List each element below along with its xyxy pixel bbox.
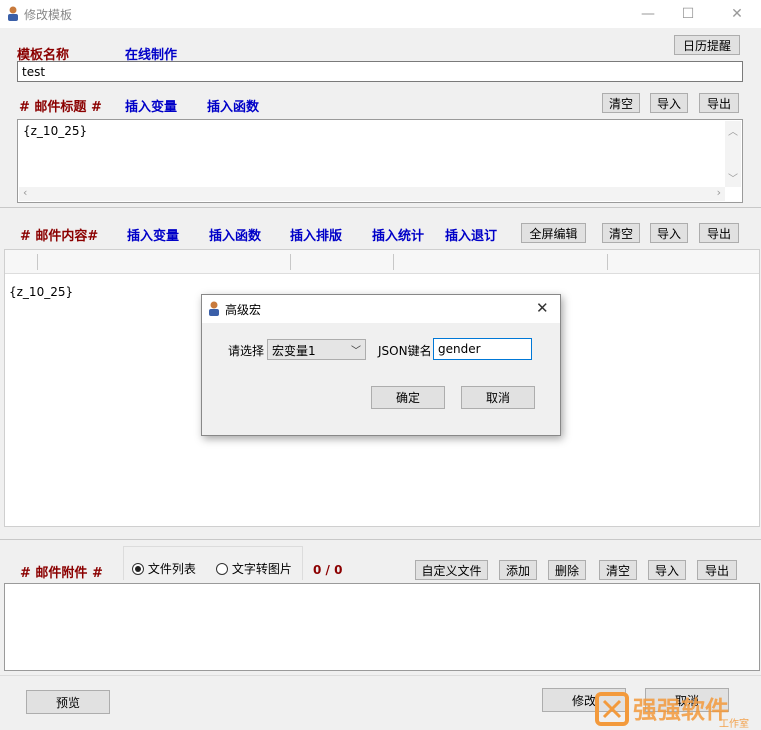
body-editor-toolbar: [5, 250, 759, 274]
dialog-ok-button[interactable]: 确定: [371, 386, 445, 409]
body-insert-unsubscribe-link[interactable]: 插入退订: [445, 225, 497, 244]
body-label: # 邮件内容#: [20, 229, 99, 244]
toolbar-divider: [37, 254, 38, 270]
maximize-icon[interactable]: ☐: [673, 4, 703, 24]
toolbar-divider: [607, 254, 608, 270]
body-import-button[interactable]: 导入: [650, 223, 688, 243]
attachment-import-button[interactable]: 导入: [648, 560, 686, 580]
subject-textarea[interactable]: {z_10_25} ︿ ﹀ ‹ ›: [17, 119, 743, 203]
body-export-button[interactable]: 导出: [699, 223, 739, 243]
template-name-input[interactable]: [17, 61, 743, 82]
body-insert-layout-link[interactable]: 插入排版: [290, 225, 342, 244]
app-user-icon: [8, 6, 18, 21]
dialog-title: 高级宏: [225, 303, 262, 317]
attachment-add-button[interactable]: 添加: [499, 560, 537, 580]
attachment-delete-button[interactable]: 删除: [548, 560, 586, 580]
subject-text: {z_10_25}: [23, 124, 88, 138]
minimize-icon[interactable]: —: [633, 4, 663, 24]
scroll-left-icon[interactable]: ‹: [23, 186, 27, 199]
body-insert-stats-link[interactable]: 插入统计: [372, 225, 424, 244]
window-titlebar: 修改模板 — ☐ ✕: [0, 0, 761, 28]
advanced-macro-dialog: 高级宏 ✕ 请选择 宏变量1 ﹀ JSON键名 确定 取消: [201, 294, 561, 436]
radio-text-to-image[interactable]: 文字转图片: [216, 560, 292, 577]
subject-insert-variable-link[interactable]: 插入变量: [125, 96, 177, 115]
footer-divider: [0, 675, 761, 676]
json-key-input[interactable]: [433, 338, 532, 360]
dialog-close-icon[interactable]: ✕: [536, 299, 549, 317]
radio-text-to-image-label: 文字转图片: [231, 562, 292, 576]
subject-hscrollbar[interactable]: ‹ ›: [19, 186, 725, 201]
scroll-up-icon[interactable]: ︿: [728, 123, 738, 138]
attachment-export-button[interactable]: 导出: [697, 560, 737, 580]
radio-file-list[interactable]: 文件列表: [132, 560, 196, 577]
calendar-reminder-button[interactable]: 日历提醒: [674, 35, 740, 55]
json-key-label: JSON键名: [378, 344, 432, 358]
chevron-down-icon: ﹀: [351, 346, 361, 357]
dialog-user-icon: [209, 301, 219, 316]
subject-import-button[interactable]: 导入: [650, 93, 688, 113]
toolbar-divider: [290, 254, 291, 270]
fullscreen-edit-button[interactable]: 全屏编辑: [521, 223, 586, 243]
dialog-cancel-button[interactable]: 取消: [461, 386, 535, 409]
macro-variable-select[interactable]: 宏变量1 ﹀: [267, 339, 366, 360]
radio-file-list-label: 文件列表: [147, 562, 196, 576]
subject-vscrollbar[interactable]: ︿ ﹀: [725, 121, 741, 187]
subject-insert-function-link[interactable]: 插入函数: [207, 96, 259, 115]
watermark-brand: 强强软件: [633, 696, 729, 724]
custom-file-button[interactable]: 自定义文件: [415, 560, 488, 580]
dialog-select-label: 请选择: [228, 344, 265, 358]
watermark-sub: 工作室: [719, 719, 749, 730]
macro-variable-select-value: 宏变量1: [272, 344, 316, 358]
section-divider: [0, 539, 761, 540]
close-icon[interactable]: ✕: [722, 4, 752, 24]
subject-clear-button[interactable]: 清空: [602, 93, 640, 113]
attachment-clear-button[interactable]: 清空: [599, 560, 637, 580]
subject-label: # 邮件标题 #: [19, 100, 102, 115]
watermark-logo: 强强软件 工作室: [591, 688, 761, 730]
body-clear-button[interactable]: 清空: [602, 223, 640, 243]
subject-export-button[interactable]: 导出: [699, 93, 739, 113]
scroll-right-icon[interactable]: ›: [717, 186, 721, 199]
body-text: {z_10_25}: [9, 285, 74, 299]
attachment-count: 0 / 0: [313, 563, 343, 577]
body-insert-function-link[interactable]: 插入函数: [209, 225, 261, 244]
toolbar-divider: [393, 254, 394, 270]
radio-selected-icon: [132, 563, 144, 575]
body-insert-variable-link[interactable]: 插入变量: [127, 225, 179, 244]
section-divider: [0, 207, 761, 208]
attachment-label: # 邮件附件 #: [20, 566, 103, 581]
window-title: 修改模板: [24, 8, 73, 22]
preview-button[interactable]: 预览: [26, 690, 110, 714]
attachment-mode-group: 文件列表 文字转图片: [123, 546, 303, 580]
dialog-titlebar: 高级宏 ✕: [202, 295, 560, 323]
radio-unselected-icon: [216, 563, 228, 575]
attachment-list[interactable]: [4, 583, 760, 671]
watermark-logo-icon: [595, 692, 629, 726]
scroll-down-icon[interactable]: ﹀: [728, 170, 738, 185]
